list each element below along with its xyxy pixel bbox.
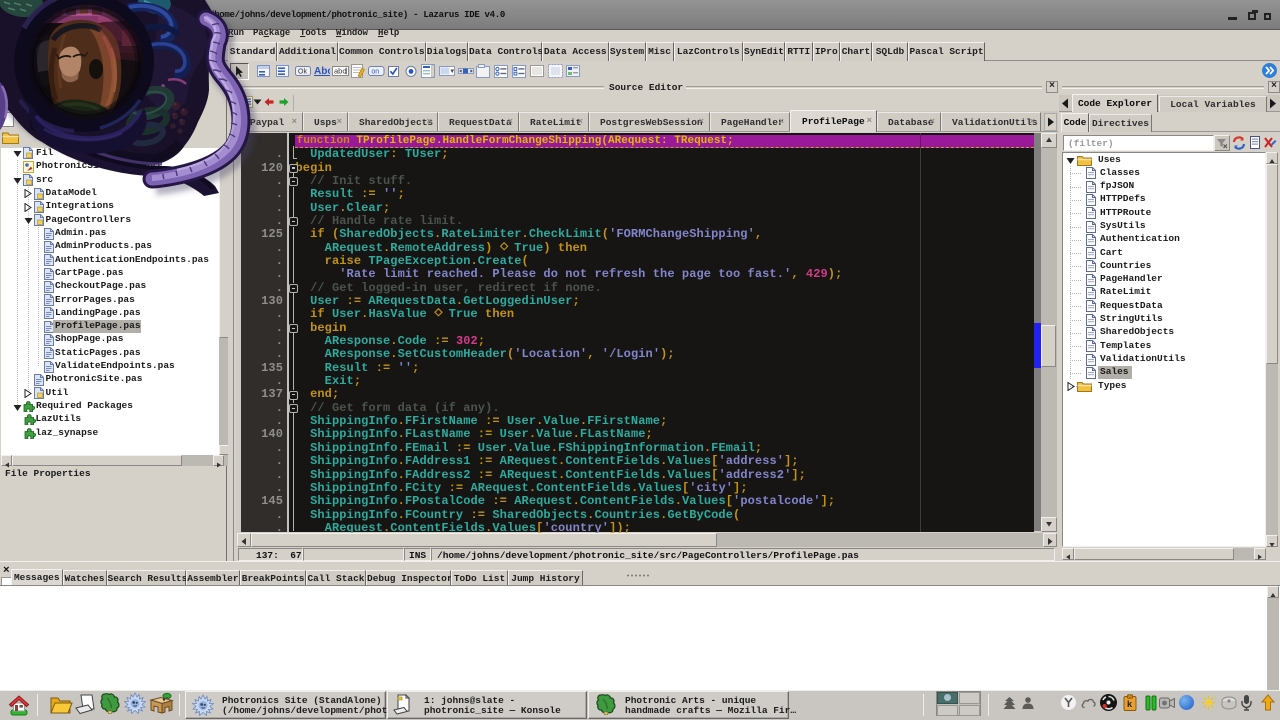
- svg-text:abc: abc: [334, 67, 346, 76]
- svg-text:Ok: Ok: [298, 69, 307, 76]
- svg-text:Abc: Abc: [314, 66, 330, 77]
- svg-text:on: on: [371, 69, 379, 76]
